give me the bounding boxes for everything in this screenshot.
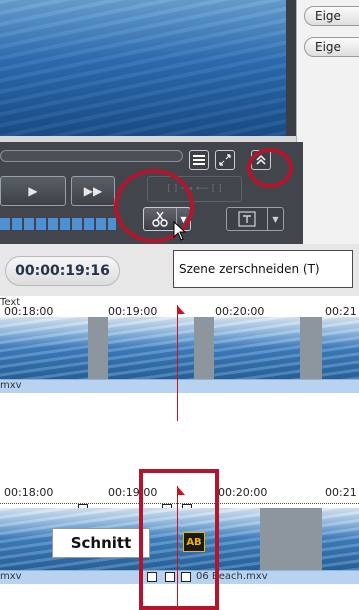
scrub-bar[interactable] — [0, 150, 183, 162]
video-clip[interactable] — [108, 317, 194, 379]
chevron-down-icon[interactable]: ▼ — [267, 208, 283, 230]
tick-label: 00:18:00 — [4, 486, 54, 499]
fast-forward-button[interactable]: ▶▶ — [71, 176, 115, 206]
text-frame-icon[interactable] — [227, 208, 267, 230]
clip-name: mxv — [0, 571, 22, 582]
clip-gap — [194, 317, 214, 379]
timeline-before: Text 00:18:00 00:19:00 00:20:00 00:21 mx… — [0, 297, 359, 421]
clip-name: mxv — [0, 380, 22, 391]
video-clip[interactable] — [0, 317, 88, 379]
play-button[interactable]: ▶ — [0, 176, 66, 206]
video-clip[interactable] — [322, 317, 359, 379]
tick-label: 00:20:00 — [218, 486, 268, 499]
cut-label: Schnitt — [52, 528, 150, 558]
video-preview — [0, 0, 286, 136]
clip-gap — [300, 317, 322, 379]
player-area: Eige Eige ▶ ▶▶ [ ] ⟶ ⟵ [ ] ▼ ▼ 00:00:19:… — [0, 0, 359, 296]
clip-gap — [88, 317, 108, 379]
expand-arrows-icon[interactable] — [215, 150, 235, 170]
timecode-display: 00:00:19:16 — [5, 256, 120, 286]
clip-gap — [260, 508, 322, 570]
video-clip[interactable] — [214, 317, 300, 379]
video-clip[interactable] — [322, 508, 359, 570]
mouse-cursor-icon — [173, 221, 187, 241]
text-button[interactable]: ▼ — [226, 207, 284, 231]
tooltip: Szene zerschneiden (T) — [173, 250, 353, 288]
properties-button-1[interactable]: Eige — [304, 6, 359, 26]
highlight-circle-collapse — [247, 148, 293, 188]
list-icon[interactable] — [189, 150, 209, 170]
playhead[interactable] — [177, 305, 178, 421]
clip-position-indicator — [0, 218, 116, 230]
playhead-flag-icon[interactable] — [177, 305, 185, 314]
clip-name-bar: mxv — [0, 379, 359, 393]
properties-button-2[interactable]: Eige — [304, 37, 359, 57]
preview-monitor — [0, 0, 296, 142]
highlight-cut-rectangle — [139, 469, 219, 610]
tick-label: 00:21 — [325, 486, 357, 499]
